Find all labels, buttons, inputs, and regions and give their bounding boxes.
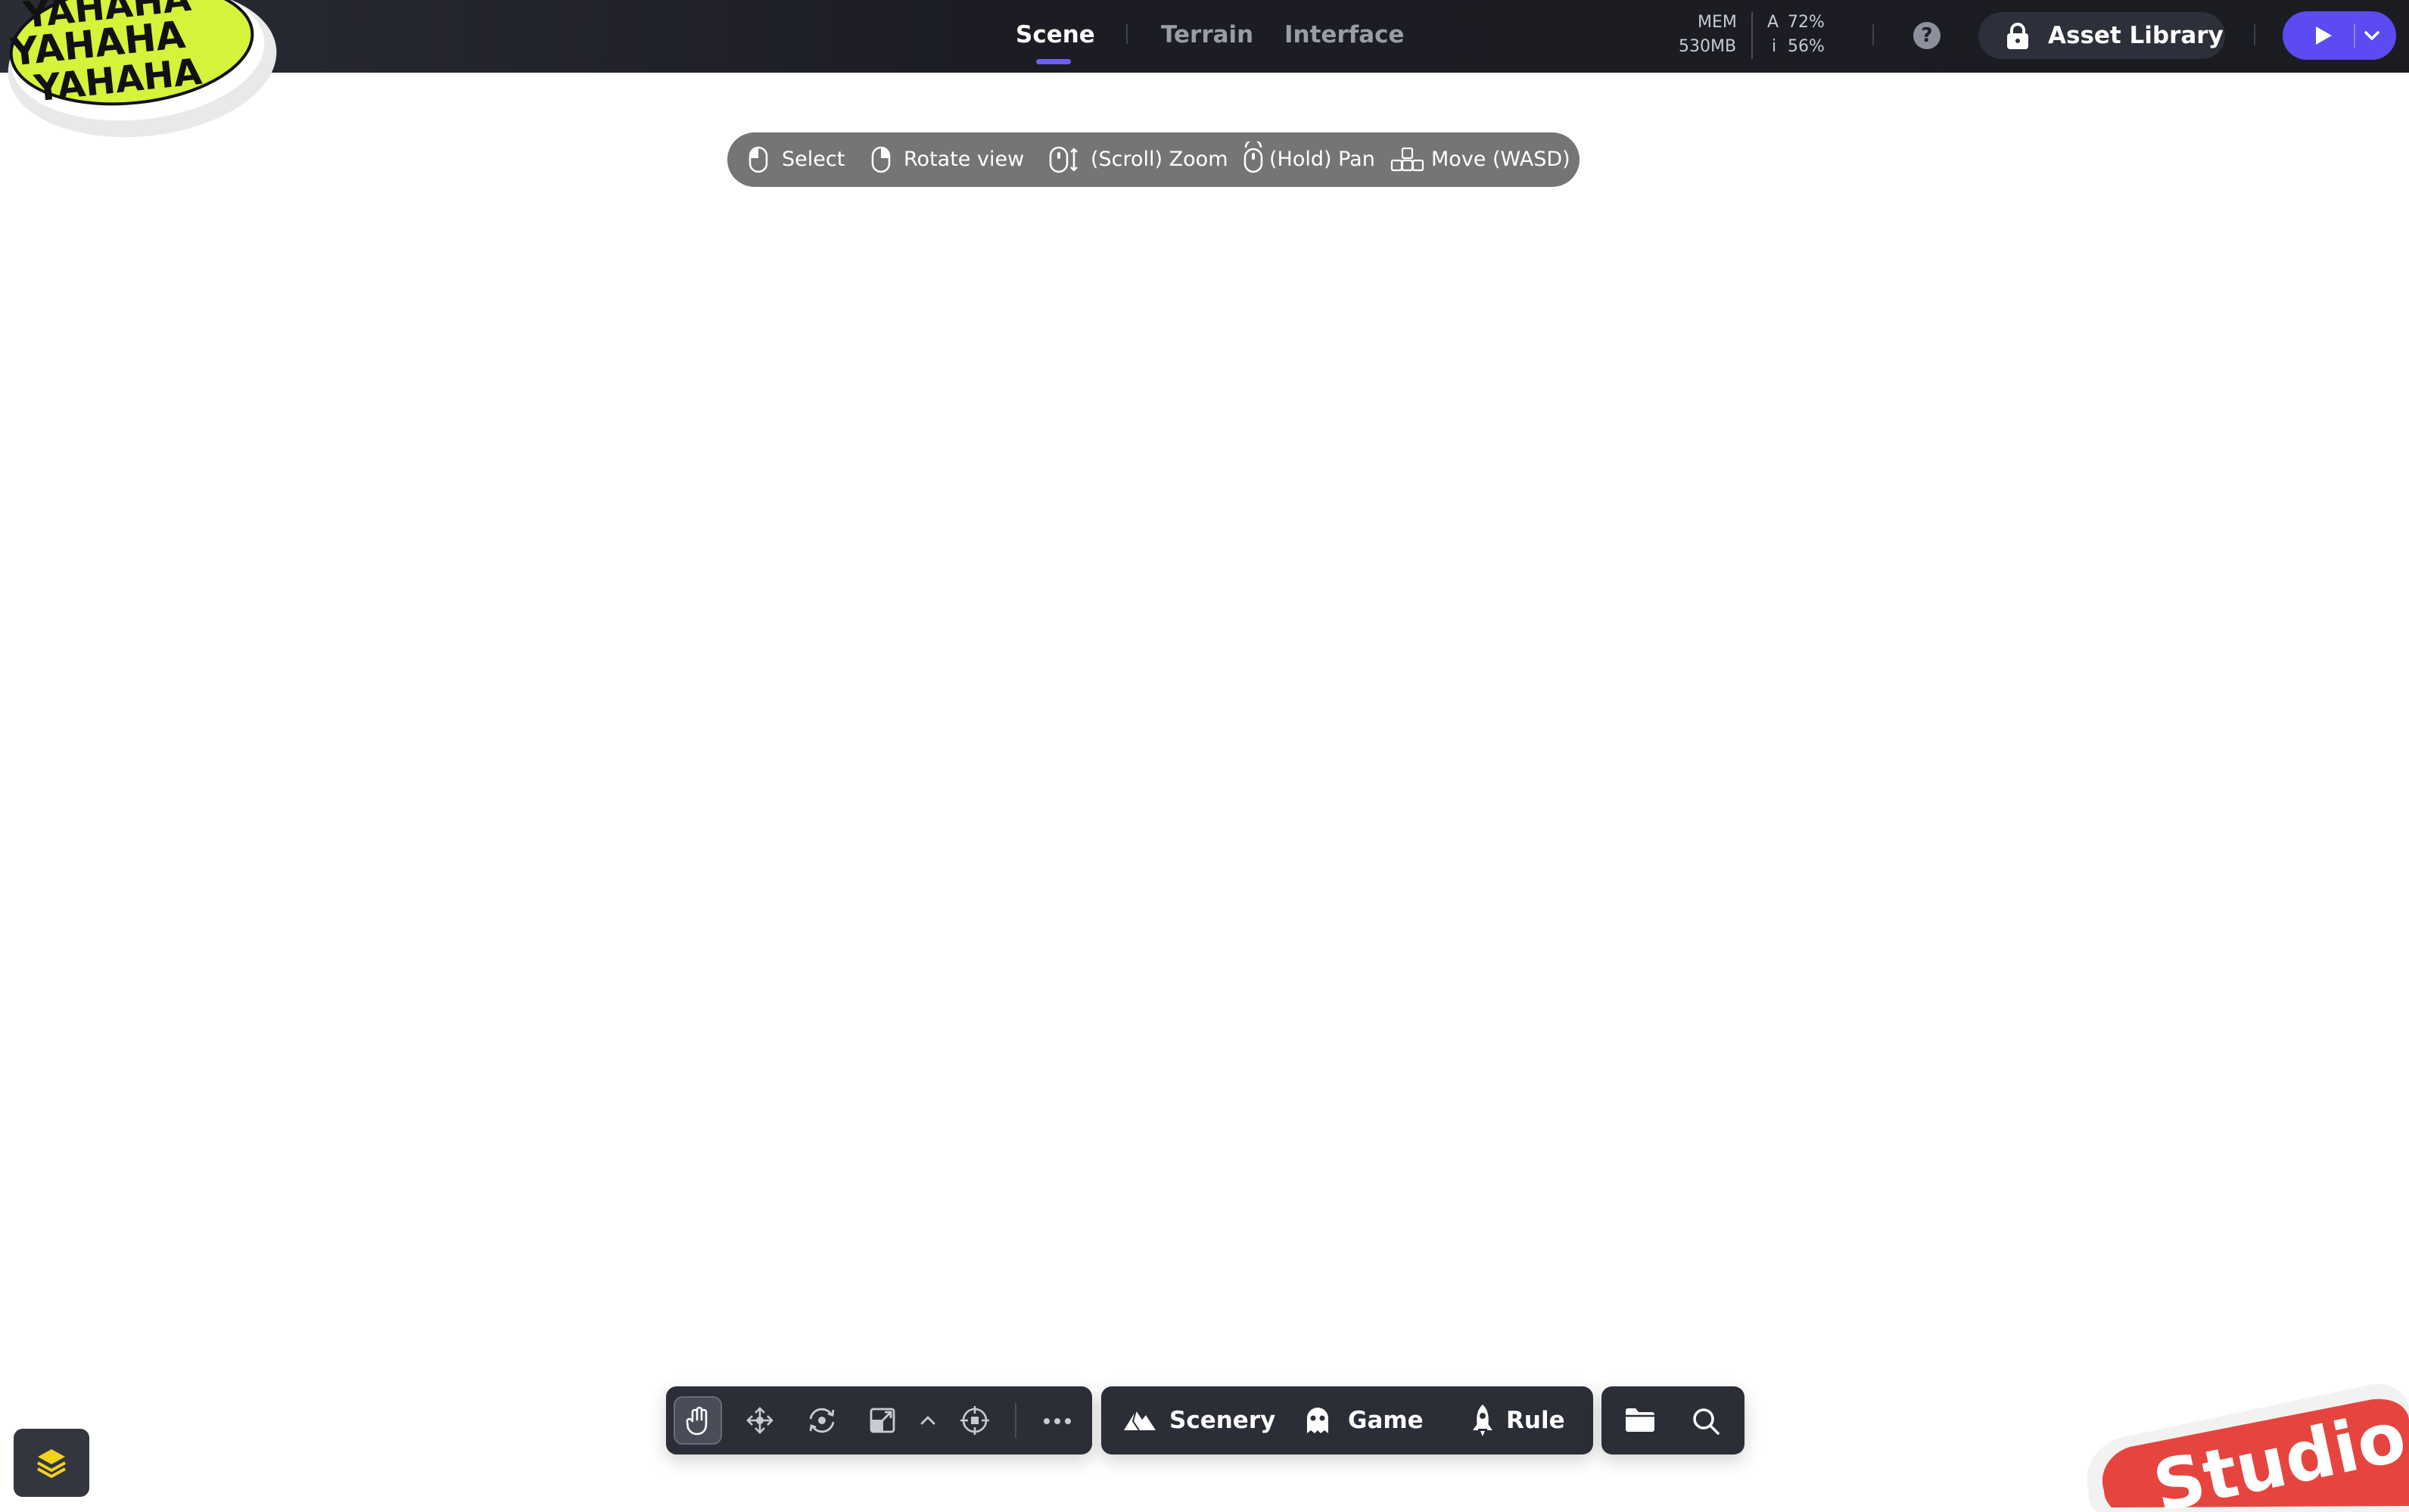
stat-i-value: 56% <box>1788 37 1825 56</box>
wasd-keys-icon <box>1390 147 1424 172</box>
asset-library-button[interactable]: Asset Library <box>1978 12 2225 59</box>
scenery-label: Scenery <box>1169 1407 1276 1434</box>
layers-icon <box>37 1449 66 1478</box>
chevron-down-icon[interactable] <box>2363 28 2381 43</box>
hint-hold-pan: (Hold) Pan <box>1269 148 1375 171</box>
mouse-left-icon <box>749 146 768 173</box>
tab-divider <box>1126 24 1128 44</box>
tools-divider <box>1015 1403 1016 1438</box>
mouse-scroll-icon <box>1049 146 1078 173</box>
rule-icon <box>1473 1405 1492 1436</box>
hand-tool-icon <box>686 1406 708 1436</box>
active-tab-indicator <box>1036 59 1071 64</box>
toolbar-divider <box>2254 24 2255 45</box>
game-button[interactable]: Game <box>1298 1386 1427 1454</box>
controls-hint-bar: Select Rotate view (Scroll) Zoom (Hold) … <box>727 132 1580 187</box>
toolbar-divider <box>1872 24 1874 45</box>
tab-terrain[interactable]: Terrain <box>1161 17 1253 53</box>
mem-value: 530MB <box>1679 37 1737 56</box>
game-icon <box>1307 1408 1328 1433</box>
pivot-tool-button[interactable] <box>951 1396 999 1445</box>
hint-move-wasd: Move (WASD) <box>1431 148 1570 171</box>
play-button-group <box>2283 11 2396 60</box>
studio-sticker: Studio <box>2087 1384 2409 1512</box>
scale-tool-icon <box>870 1408 895 1433</box>
move-tool-button[interactable] <box>736 1396 784 1445</box>
rotate-tool-icon <box>809 1408 835 1433</box>
layers-button[interactable] <box>14 1429 89 1497</box>
hint-scroll-zoom: (Scroll) Zoom <box>1091 148 1228 171</box>
folder-icon[interactable] <box>1624 1406 1656 1433</box>
rule-label: Rule <box>1506 1407 1565 1434</box>
more-icon[interactable] <box>1042 1417 1072 1426</box>
rule-button[interactable]: Rule <box>1461 1386 1582 1454</box>
search-icon[interactable] <box>1691 1406 1721 1436</box>
rotate-tool-button[interactable] <box>798 1396 846 1445</box>
play-divider <box>2354 23 2355 48</box>
pivot-tool-icon <box>960 1406 989 1435</box>
transform-tools-panel <box>666 1386 1092 1454</box>
scale-tool-button[interactable] <box>858 1396 907 1445</box>
scenery-button[interactable]: Scenery <box>1116 1386 1275 1454</box>
move-tool-icon <box>746 1407 773 1434</box>
stat-i-label: i <box>1772 37 1777 56</box>
lock-icon <box>2007 23 2028 49</box>
hint-rotate-view: Rotate view <box>904 148 1025 171</box>
stat-a-value: 72% <box>1788 13 1825 32</box>
tab-scene[interactable]: Scene <box>1016 17 1095 53</box>
file-panel <box>1601 1386 1745 1454</box>
hand-tool-button[interactable] <box>674 1396 722 1445</box>
stats-divider <box>1751 12 1753 59</box>
top-bar: Scene Terrain Interface MEM 530MB A 72% … <box>0 0 2409 73</box>
tab-interface[interactable]: Interface <box>1284 17 1405 53</box>
stat-a-label: A <box>1767 13 1779 32</box>
hint-select: Select <box>782 148 845 171</box>
mouse-middle-icon <box>1243 142 1263 173</box>
chevron-up-icon[interactable] <box>918 1413 938 1428</box>
game-label: Game <box>1348 1407 1424 1434</box>
create-panel: Scenery Game Rule <box>1101 1386 1593 1454</box>
yahaha-logo: YAHAHA YAHAHA YAHAHA <box>8 0 277 138</box>
asset-library-label: Asset Library <box>2048 22 2224 49</box>
scenery-icon <box>1124 1410 1156 1431</box>
play-icon[interactable] <box>2311 24 2334 47</box>
mem-label: MEM <box>1698 13 1737 32</box>
question-circle-icon[interactable]: ? <box>1913 22 1941 49</box>
mouse-right-icon <box>871 146 891 173</box>
